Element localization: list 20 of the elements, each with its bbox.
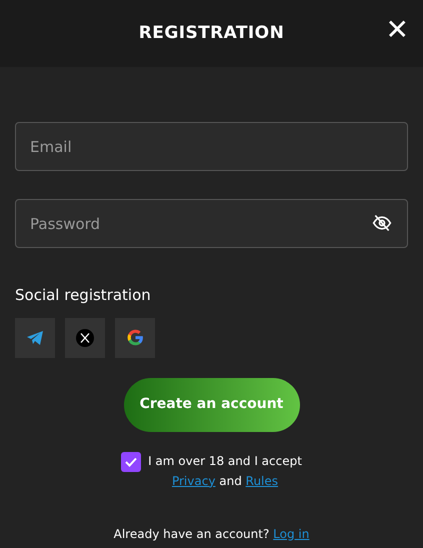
paper-plane-icon bbox=[27, 330, 43, 344]
password-field[interactable]: Password bbox=[15, 199, 408, 248]
email-field[interactable]: Email bbox=[15, 122, 408, 171]
close-button[interactable]: ✕ bbox=[386, 16, 409, 44]
eye-slash-icon[interactable] bbox=[372, 214, 392, 232]
create-account-button[interactable]: Create an account bbox=[124, 378, 300, 432]
privacy-link[interactable]: Privacy bbox=[172, 474, 216, 488]
social-login-button[interactable] bbox=[15, 318, 55, 358]
x-logo-icon bbox=[76, 328, 94, 346]
social-login-button[interactable] bbox=[115, 318, 155, 358]
dialog-title: REGISTRATION bbox=[138, 22, 284, 45]
login-link[interactable]: Log in bbox=[273, 526, 310, 540]
check-icon bbox=[125, 456, 138, 466]
g-logo-icon bbox=[126, 329, 144, 346]
section-label: Social registration bbox=[15, 285, 152, 306]
rules-link[interactable]: Rules bbox=[246, 474, 278, 488]
checkbox[interactable] bbox=[121, 452, 142, 472]
social-login-button[interactable] bbox=[65, 318, 105, 358]
login-prompt: Already have an account? Log in bbox=[112, 526, 310, 542]
consent-text: I am over 18 and I accept Privacy and Rules bbox=[148, 452, 302, 490]
